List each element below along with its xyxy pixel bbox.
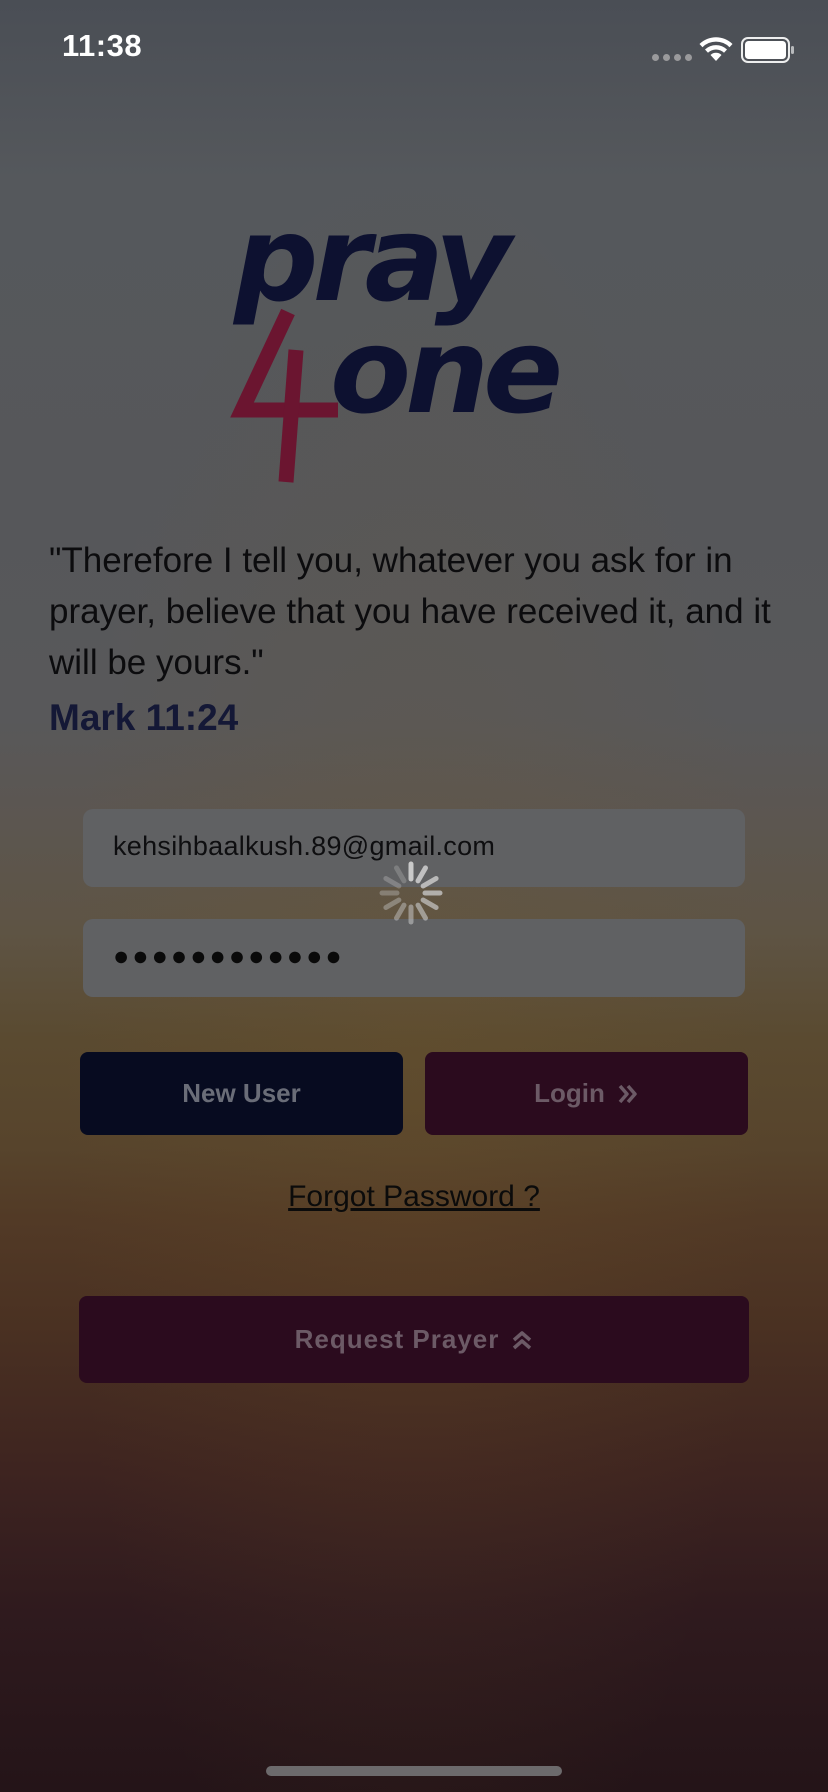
battery-icon [741, 37, 794, 63]
status-time: 11:38 [62, 28, 143, 63]
password-value: ●●●●●●●●●●●● [113, 941, 345, 971]
pray4one-logo: pray one [230, 200, 565, 483]
login-button[interactable]: Login [425, 1052, 748, 1135]
scripture-reference: Mark 11:24 [49, 697, 239, 738]
wifi-icon [699, 37, 733, 61]
status-bar: 11:38 [0, 0, 828, 100]
forgot-password-link[interactable]: Forgot Password ? [0, 1180, 828, 1214]
cellular-signal-icon [652, 54, 692, 61]
request-prayer-button[interactable]: Request Prayer [79, 1296, 749, 1383]
logo-word-one: one [330, 302, 559, 440]
login-label: Login [534, 1078, 605, 1108]
double-chevron-right-icon [618, 1084, 637, 1103]
request-prayer-label: Request Prayer [294, 1324, 500, 1354]
new-user-label: New User [182, 1078, 301, 1108]
double-chevron-up-icon [513, 1330, 532, 1349]
logo-cross-four [230, 308, 338, 483]
new-user-button[interactable]: New User [80, 1052, 403, 1135]
home-indicator[interactable] [266, 1766, 562, 1776]
scripture-quote: "Therefore I tell you, whatever you ask … [49, 541, 771, 682]
activity-spinner-icon [379, 861, 443, 925]
password-field[interactable]: ●●●●●●●●●●●● [83, 919, 745, 997]
